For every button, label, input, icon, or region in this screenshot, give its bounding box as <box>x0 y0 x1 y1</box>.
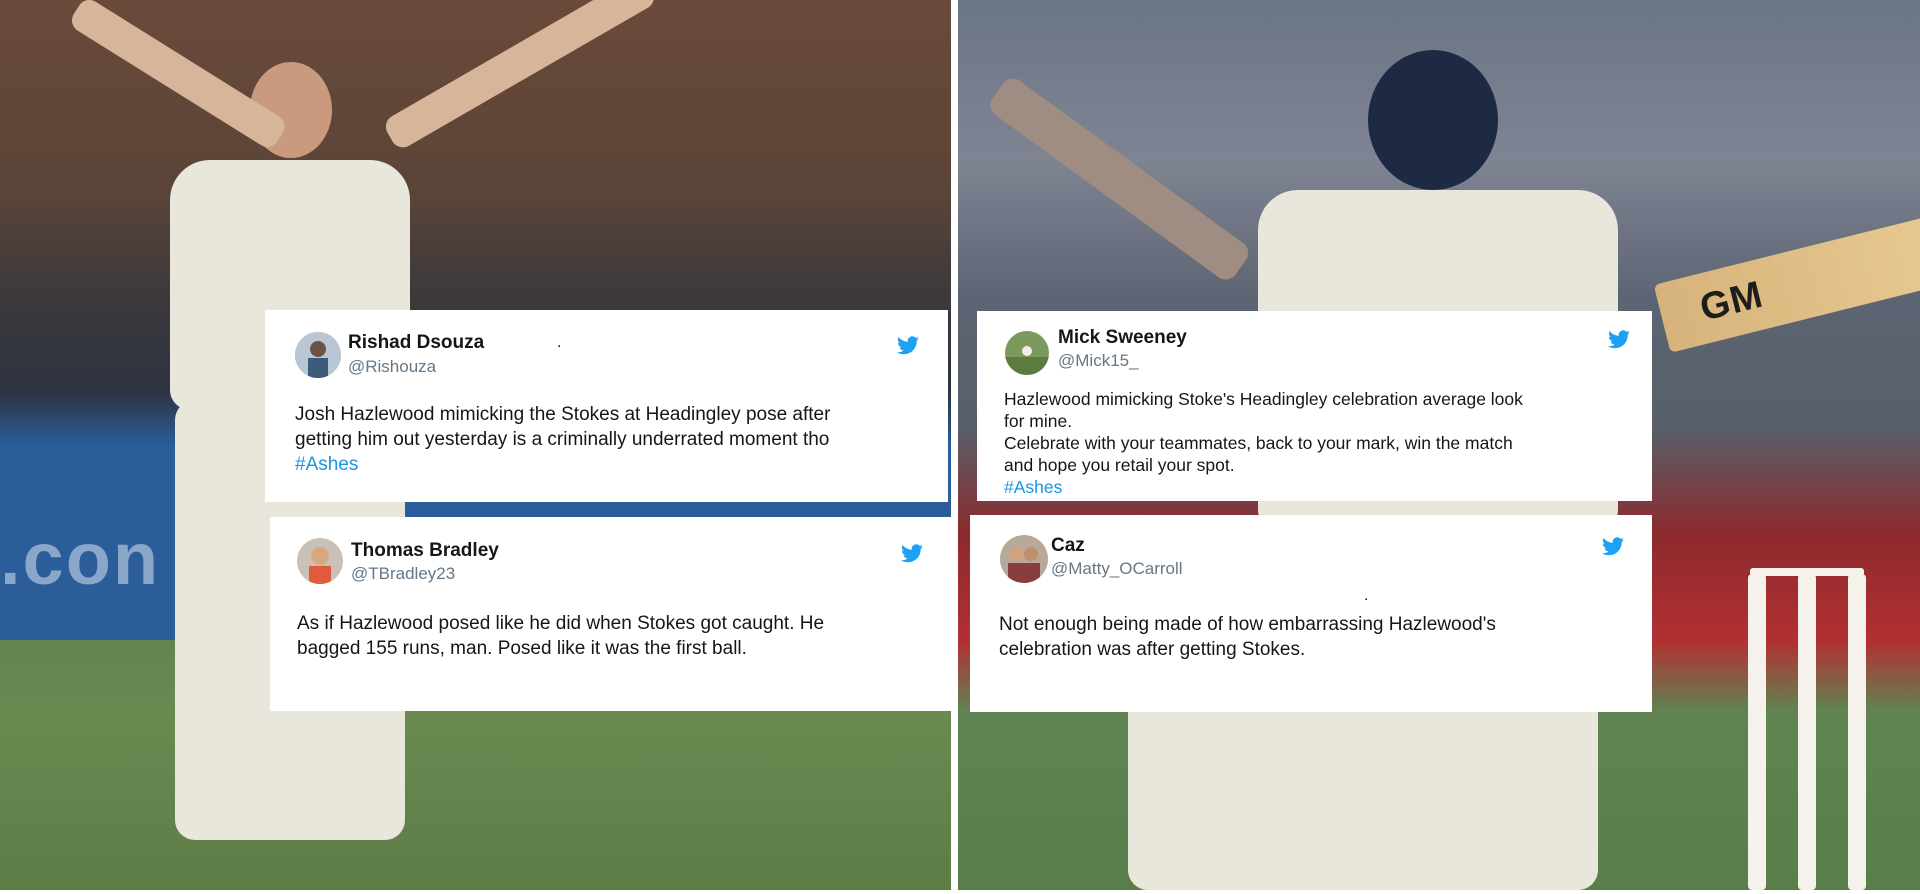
batsman-left-arm <box>985 74 1254 285</box>
separator-dot: . <box>557 334 562 351</box>
tweet-card-rishad[interactable]: Rishad Dsouza . @Rishouza Josh Hazlewood… <box>265 310 948 502</box>
batsman-pads <box>1128 690 1598 890</box>
twitter-bird-icon[interactable] <box>901 544 923 563</box>
bat-brand-label: GM <box>1695 273 1768 330</box>
tweet-author-name[interactable]: Mick Sweeney <box>1058 327 1187 349</box>
tweet-card-mick[interactable]: Mick Sweeney @Mick15_ Hazlewood mimickin… <box>977 311 1652 501</box>
tweet-text-line: Josh Hazlewood mimicking the Stokes at H… <box>295 404 831 425</box>
tweet-author-handle[interactable]: @Mick15_ <box>1058 351 1139 371</box>
hashtag-link[interactable]: #Ashes <box>1004 476 1523 498</box>
photo-divider <box>951 0 958 890</box>
bowler-left-arm <box>67 0 290 152</box>
tweet-body: Hazlewood mimicking Stoke's Headingley c… <box>1004 388 1523 498</box>
tweet-author-handle[interactable]: @Matty_OCarroll <box>1051 559 1183 579</box>
tweet-author-name[interactable]: Thomas Bradley <box>351 540 499 562</box>
tweet-author-handle[interactable]: @TBradley23 <box>351 564 455 584</box>
tweet-text-line: celebration was after getting Stokes. <box>999 639 1306 660</box>
tweet-body: Josh Hazlewood mimicking the Stokes at H… <box>295 402 830 477</box>
tweet-text-line: As if Hazlewood posed like he did when S… <box>297 613 825 634</box>
tweet-author-handle[interactable]: @Rishouza <box>348 357 436 377</box>
twitter-bird-icon[interactable] <box>1608 330 1630 349</box>
separator-dot: . <box>1364 587 1369 604</box>
batsman-helmet <box>1368 50 1498 190</box>
stump-3 <box>1848 574 1866 890</box>
twitter-bird-icon[interactable] <box>1602 537 1624 556</box>
tweet-text-line: and hope you retail your spot. <box>1004 455 1235 475</box>
tweet-body: As if Hazlewood posed like he did when S… <box>297 611 824 661</box>
stump-1 <box>1748 574 1766 890</box>
tweet-author-name[interactable]: Rishad Dsouza <box>348 332 484 354</box>
tweet-text-line: for mine. <box>1004 411 1073 431</box>
cricket-bat: GM <box>1653 217 1920 353</box>
stump-2 <box>1798 574 1816 890</box>
hashtag-link[interactable]: #Ashes <box>295 452 830 477</box>
avatar[interactable] <box>297 538 343 584</box>
tweet-text-line: Not enough being made of how embarrassin… <box>999 614 1496 635</box>
avatar[interactable] <box>1005 331 1049 375</box>
tweet-text-line: bagged 155 runs, man. Posed like it was … <box>297 638 747 659</box>
tweet-card-caz[interactable]: Caz @Matty_OCarroll . Not enough being m… <box>970 515 1652 712</box>
avatar[interactable] <box>1000 535 1048 583</box>
tweet-text-line: getting him out yesterday is a criminall… <box>295 429 830 450</box>
bowler-right-arm <box>381 0 659 152</box>
stump-bails <box>1750 568 1864 576</box>
tweet-text-line: Celebrate with your teammates, back to y… <box>1004 433 1513 453</box>
tweet-card-thomas[interactable]: Thomas Bradley @TBradley23 As if Hazlewo… <box>270 517 951 711</box>
tweet-text-line: Hazlewood mimicking Stoke's Headingley c… <box>1004 389 1523 409</box>
tweet-author-name[interactable]: Caz <box>1051 535 1085 557</box>
tweet-body: Not enough being made of how embarrassin… <box>999 612 1496 662</box>
avatar[interactable] <box>295 332 341 378</box>
twitter-bird-icon[interactable] <box>897 336 919 355</box>
